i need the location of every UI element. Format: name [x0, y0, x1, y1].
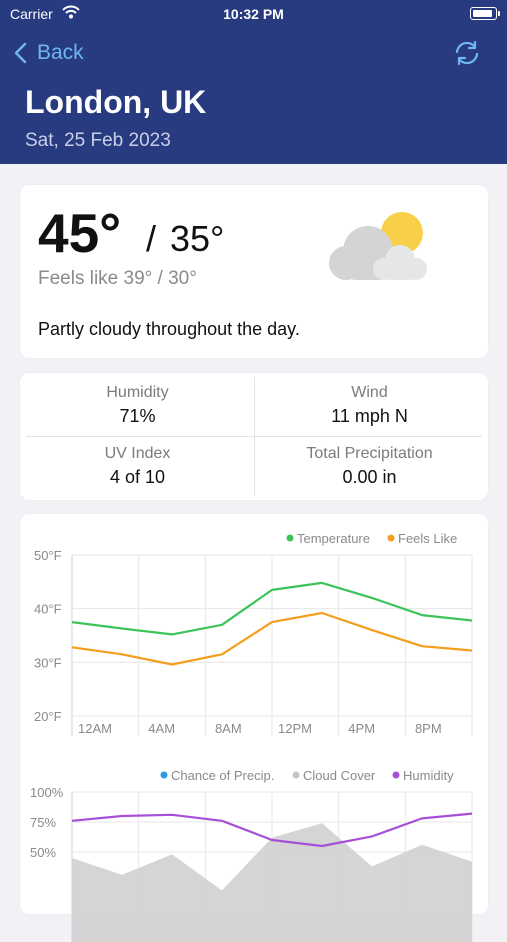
summary-text: Partly cloudy throughout the day.: [38, 319, 300, 339]
charts-card: 12AM 4AM 8AM 12PM 4PM 8PM 50°F 40°F 30°F 20°F Temp…: [20, 514, 488, 942]
y-tick-label: 75%: [30, 815, 56, 830]
refresh-icon[interactable]: [453, 40, 481, 66]
humidity-label: Humidity: [106, 384, 169, 401]
details-card: Humidity 71% Wind 11 mph N UV Index 4 of…: [20, 373, 488, 500]
legend-label: Cloud Cover: [303, 768, 376, 783]
date-subtitle: Sat, 25 Feb 2023: [25, 130, 171, 151]
status-bar: Carrier 10:32 PM: [0, 0, 507, 28]
humidity-cell: Humidity 71%: [23, 384, 252, 427]
humidity-value: 71%: [119, 406, 156, 426]
x-tick-label: 4AM: [148, 721, 175, 736]
precipitation-value: 0.00 in: [342, 467, 397, 487]
humidity-chart: 100% 75% 50% Chance of Precip. Cloud Cover Hu…: [30, 768, 473, 942]
clock: 10:32 PM: [223, 6, 284, 22]
legend-dot: [292, 771, 300, 779]
wind-cell: Wind 11 mph N: [255, 384, 484, 427]
x-tick-label: 8PM: [415, 721, 442, 736]
x-tick-label: 12PM: [278, 721, 312, 736]
feels-like-text: Feels like 39° / 30°: [38, 268, 197, 289]
legend-dot: [392, 771, 400, 779]
y-tick-label: 20°F: [34, 709, 62, 724]
chevron-left-icon: [14, 42, 27, 64]
legend-dot: [286, 534, 294, 542]
header: Carrier 10:32 PM Back London, UK Sat, 25…: [0, 0, 507, 164]
y-tick-label: 30°F: [34, 655, 62, 670]
forecast-summary-card: 45° / 35° Feels like 39° / 30° Partly cl…: [20, 185, 488, 358]
legend-dot: [387, 534, 395, 542]
divider: [26, 436, 482, 437]
back-button[interactable]: Back: [14, 40, 84, 66]
uv-index-label: UV Index: [104, 445, 171, 462]
y-tick-label: 50°F: [34, 548, 62, 563]
x-tick-label: 12AM: [78, 721, 112, 736]
wind-value: 11 mph N: [331, 406, 408, 426]
back-label: Back: [37, 41, 84, 64]
temperature-chart: 12AM 4AM 8AM 12PM 4PM 8PM 50°F 40°F 30°F 20°F Temp…: [34, 531, 473, 736]
y-tick-label: 40°F: [34, 602, 62, 617]
precipitation-label: Total Precipitation: [306, 445, 433, 462]
wind-label: Wind: [351, 384, 388, 401]
high-temperature: 45°: [38, 202, 122, 264]
city-title: London, UK: [25, 84, 207, 120]
low-temperature: 35°: [170, 218, 225, 259]
partly-cloudy-icon: [329, 212, 427, 280]
y-tick-label: 50%: [30, 845, 56, 860]
legend-label: Temperature: [297, 531, 370, 546]
temp-separator: /: [146, 218, 157, 259]
legend-label: Feels Like: [398, 531, 457, 546]
uv-index-value: 4 of 10: [109, 467, 166, 487]
legend-label: Humidity: [403, 768, 454, 783]
precipitation-cell: Total Precipitation 0.00 in: [255, 445, 484, 488]
legend-dot: [160, 771, 168, 779]
uv-index-cell: UV Index 4 of 10: [23, 445, 252, 488]
legend-label: Chance of Precip.: [171, 768, 274, 783]
battery-icon: [470, 7, 500, 20]
y-tick-label: 100%: [30, 785, 64, 800]
x-tick-label: 8AM: [215, 721, 242, 736]
x-tick-label: 4PM: [348, 721, 375, 736]
